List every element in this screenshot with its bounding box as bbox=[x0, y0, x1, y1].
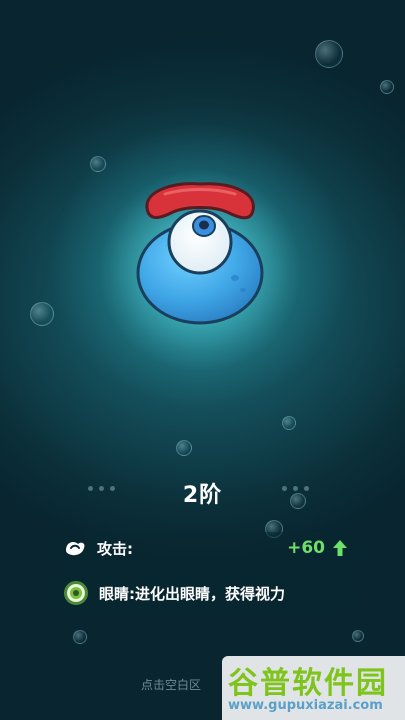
eye-trait-label: 眼睛:进化出眼睛，获得视力 bbox=[99, 584, 285, 603]
eye-icon bbox=[64, 581, 88, 605]
attack-label: 攻击: bbox=[97, 539, 133, 558]
bubble bbox=[315, 40, 343, 68]
watermark: 谷普软件园 www.gupuxiazai.com bbox=[222, 656, 405, 720]
tap-hint: 点击空白区 bbox=[141, 678, 202, 692]
watermark-logo: 谷普软件园 bbox=[228, 666, 388, 701]
bubble bbox=[282, 416, 296, 430]
attack-icon bbox=[66, 542, 85, 556]
game-screen[interactable]: 2阶 攻击: +60 眼睛:进化出眼睛，获得视力 点击空白区 谷普软件园 www… bbox=[0, 0, 405, 720]
creature-sprite[interactable] bbox=[135, 178, 265, 328]
bubble bbox=[176, 440, 192, 456]
dots-right bbox=[282, 486, 309, 491]
creature-level: 2阶 bbox=[182, 483, 223, 508]
eye-trait-row: 眼睛:进化出眼睛，获得视力 bbox=[45, 573, 359, 613]
watermark-url: www.gupuxiazai.com bbox=[228, 698, 383, 713]
bubble bbox=[30, 302, 54, 326]
up-arrow-icon bbox=[333, 540, 347, 556]
bubble bbox=[380, 80, 394, 94]
attack-value: +60 bbox=[287, 538, 325, 558]
bubble bbox=[73, 630, 87, 644]
attack-stat-row: 攻击: +60 bbox=[45, 532, 359, 564]
bubble bbox=[90, 156, 106, 172]
bubble bbox=[352, 630, 364, 642]
